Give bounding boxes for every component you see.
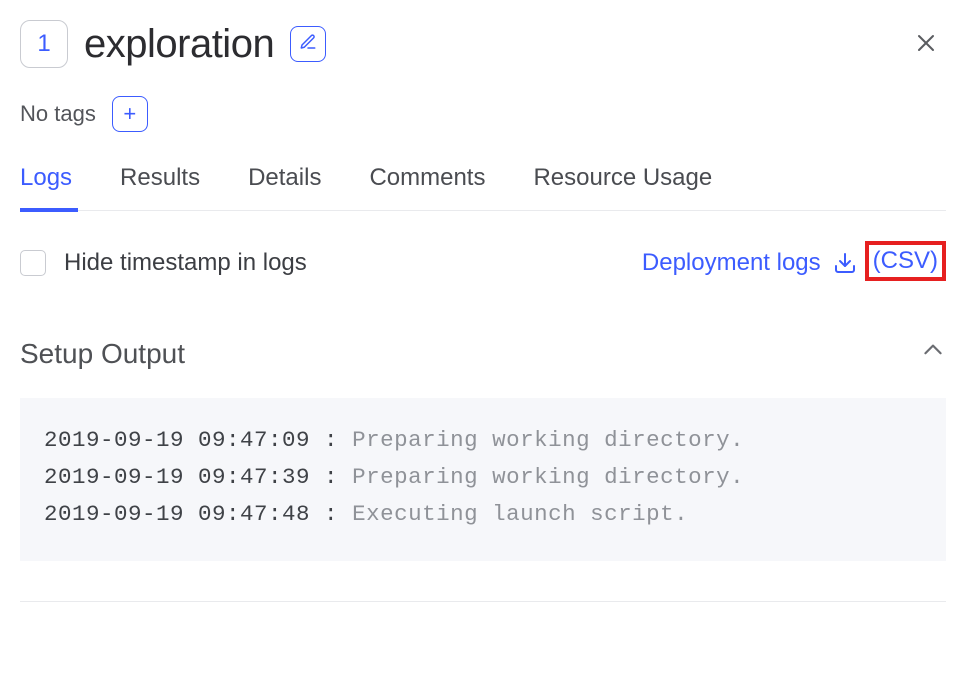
section-header: Setup Output [20,337,946,370]
run-number: 1 [37,30,50,58]
tab-comments[interactable]: Comments [369,164,485,210]
log-message: Preparing working directory. [352,427,744,453]
tab-label: Results [120,164,200,191]
log-separator: : [310,427,352,453]
page-title: exploration [84,22,274,67]
csv-download-link[interactable]: (CSV) [873,247,938,274]
tab-label: Comments [369,164,485,191]
log-output: 2019-09-19 09:47:09 : Preparing working … [20,398,946,561]
setup-output-section: Setup Output 2019-09-19 09:47:09 : Prepa… [20,337,946,561]
edit-title-button[interactable] [290,26,326,62]
log-timestamp: 2019-09-19 09:47:48 [44,501,310,527]
collapse-section-button[interactable] [920,337,946,370]
close-button[interactable] [906,24,946,64]
log-line: 2019-09-19 09:47:09 : Preparing working … [44,422,922,459]
tab-label: Resource Usage [533,164,712,191]
log-line: 2019-09-19 09:47:39 : Preparing working … [44,459,922,496]
header: 1 exploration [20,20,946,68]
section-title: Setup Output [20,338,185,370]
tab-label: Details [248,164,321,191]
log-timestamp: 2019-09-19 09:47:39 [44,464,310,490]
plus-icon: + [123,101,136,127]
no-tags-label: No tags [20,101,96,127]
tab-resource-usage[interactable]: Resource Usage [533,164,712,210]
pencil-icon [299,33,317,56]
tab-details[interactable]: Details [248,164,321,210]
run-number-badge: 1 [20,20,68,68]
tab-results[interactable]: Results [120,164,200,210]
log-line: 2019-09-19 09:47:48 : Executing launch s… [44,496,922,533]
deployment-logs-link[interactable]: Deployment logs [642,249,821,277]
tabs: Logs Results Details Comments Resource U… [20,164,946,211]
csv-highlight: (CSV) [865,241,946,281]
log-message: Preparing working directory. [352,464,744,490]
download-icon[interactable] [833,251,857,275]
tags-row: No tags + [20,96,946,132]
tab-logs[interactable]: Logs [20,164,72,210]
add-tag-button[interactable]: + [112,96,148,132]
section-divider [20,601,946,602]
log-separator: : [310,501,352,527]
close-icon [914,26,938,62]
log-timestamp: 2019-09-19 09:47:09 [44,427,310,453]
log-message: Executing launch script. [352,501,688,527]
log-separator: : [310,464,352,490]
hide-timestamp-label: Hide timestamp in logs [64,249,307,277]
tab-label: Logs [20,164,72,191]
chevron-up-icon [920,337,946,370]
hide-timestamp-checkbox[interactable] [20,250,46,276]
download-group: Deployment logs (CSV) [642,245,946,281]
logs-controls: Hide timestamp in logs Deployment logs (… [20,211,946,283]
